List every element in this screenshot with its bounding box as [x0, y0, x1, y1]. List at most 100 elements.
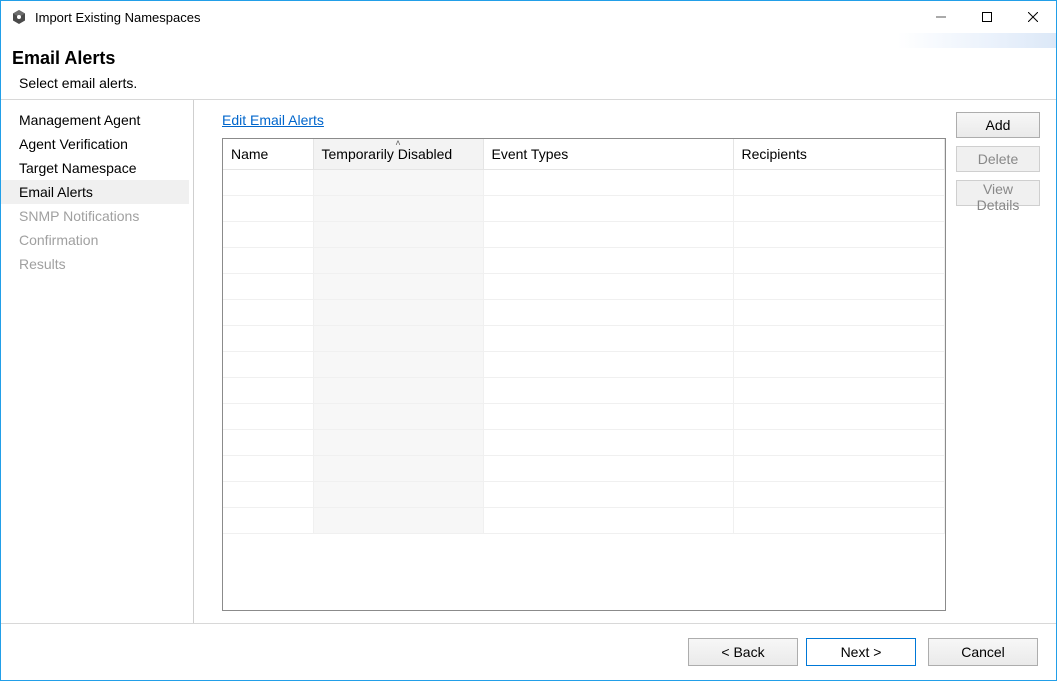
header: Email Alerts Select email alerts. — [1, 48, 1056, 99]
table-row[interactable] — [223, 430, 945, 456]
table-cell — [733, 508, 945, 534]
table-cell — [483, 196, 733, 222]
table-cell — [223, 378, 313, 404]
table-cell — [733, 456, 945, 482]
table-cell — [733, 482, 945, 508]
table-cell — [733, 378, 945, 404]
table-cell — [223, 482, 313, 508]
cancel-button[interactable]: Cancel — [928, 638, 1038, 666]
title-bar: Import Existing Namespaces — [1, 1, 1056, 33]
wizard-step[interactable]: Email Alerts — [1, 180, 189, 204]
table-cell — [223, 352, 313, 378]
table-cell — [313, 456, 483, 482]
table-row[interactable] — [223, 300, 945, 326]
table-cell — [313, 482, 483, 508]
column-header[interactable]: Event Types — [483, 139, 733, 170]
table-cell — [733, 274, 945, 300]
table-cell — [733, 222, 945, 248]
table-cell — [483, 300, 733, 326]
view-details-button[interactable]: View Details — [956, 180, 1040, 206]
table-row[interactable] — [223, 378, 945, 404]
table-cell — [483, 352, 733, 378]
table-cell — [483, 248, 733, 274]
back-button[interactable]: < Back — [688, 638, 798, 666]
alerts-table[interactable]: NameTemporarily Disabled˄Event TypesReci… — [222, 138, 946, 611]
table-cell — [483, 404, 733, 430]
table-row[interactable] — [223, 196, 945, 222]
table-row[interactable] — [223, 248, 945, 274]
table-row[interactable] — [223, 456, 945, 482]
wizard-step[interactable]: Agent Verification — [1, 132, 189, 156]
table-cell — [223, 170, 313, 196]
table-cell — [483, 170, 733, 196]
table-cell — [483, 274, 733, 300]
table-cell — [223, 300, 313, 326]
table-cell — [483, 222, 733, 248]
sort-asc-icon: ˄ — [395, 138, 400, 148]
wizard-step: Confirmation — [1, 228, 189, 252]
footer: < Back Next > Cancel — [1, 623, 1056, 680]
table-cell — [733, 352, 945, 378]
table-cell — [483, 508, 733, 534]
wizard-step[interactable]: Management Agent — [1, 108, 189, 132]
table-cell — [313, 378, 483, 404]
table-cell — [313, 326, 483, 352]
table-cell — [483, 456, 733, 482]
table-cell — [223, 404, 313, 430]
window-controls — [918, 1, 1056, 33]
table-cell — [733, 248, 945, 274]
table-cell — [223, 456, 313, 482]
maximize-button[interactable] — [964, 1, 1010, 32]
column-header[interactable]: Temporarily Disabled˄ — [313, 139, 483, 170]
table-cell — [313, 222, 483, 248]
center-panel: Edit Email Alerts NameTemporarily Disabl… — [222, 112, 946, 611]
table-cell — [223, 274, 313, 300]
body: Management AgentAgent VerificationTarget… — [1, 99, 1056, 623]
wizard-step[interactable]: Target Namespace — [1, 156, 189, 180]
close-button[interactable] — [1010, 1, 1056, 32]
table-cell — [733, 196, 945, 222]
column-header[interactable]: Recipients — [733, 139, 945, 170]
page-title: Email Alerts — [12, 48, 1056, 69]
table-cell — [313, 508, 483, 534]
table-cell — [733, 404, 945, 430]
table-row[interactable] — [223, 222, 945, 248]
add-button[interactable]: Add — [956, 112, 1040, 138]
table-cell — [483, 482, 733, 508]
table-cell — [483, 326, 733, 352]
table-cell — [223, 508, 313, 534]
table-cell — [313, 196, 483, 222]
table-cell — [223, 326, 313, 352]
table-row[interactable] — [223, 352, 945, 378]
table-cell — [313, 274, 483, 300]
table-cell — [223, 196, 313, 222]
table-row[interactable] — [223, 170, 945, 196]
table-cell — [313, 300, 483, 326]
table-row[interactable] — [223, 326, 945, 352]
header-decoration — [1, 33, 1056, 48]
table-cell — [733, 300, 945, 326]
column-header[interactable]: Name — [223, 139, 313, 170]
table-cell — [483, 378, 733, 404]
wizard-steps-sidebar: Management AgentAgent VerificationTarget… — [1, 100, 194, 623]
app-icon — [11, 9, 27, 25]
next-button[interactable]: Next > — [806, 638, 916, 666]
table-cell — [223, 248, 313, 274]
table-cell — [733, 430, 945, 456]
dialog-window: Import Existing Namespaces Email Alerts … — [0, 0, 1057, 681]
table-row[interactable] — [223, 274, 945, 300]
side-buttons: Add Delete View Details — [956, 112, 1044, 611]
table-cell — [733, 326, 945, 352]
table-cell — [733, 170, 945, 196]
delete-button[interactable]: Delete — [956, 146, 1040, 172]
main-panel: Edit Email Alerts NameTemporarily Disabl… — [194, 100, 1056, 623]
wizard-step: Results — [1, 252, 189, 276]
minimize-button[interactable] — [918, 1, 964, 32]
table-cell — [223, 430, 313, 456]
edit-email-alerts-link[interactable]: Edit Email Alerts — [222, 112, 324, 128]
table-cell — [483, 430, 733, 456]
table-row[interactable] — [223, 404, 945, 430]
table-row[interactable] — [223, 508, 945, 534]
table-row[interactable] — [223, 482, 945, 508]
table-cell — [313, 352, 483, 378]
